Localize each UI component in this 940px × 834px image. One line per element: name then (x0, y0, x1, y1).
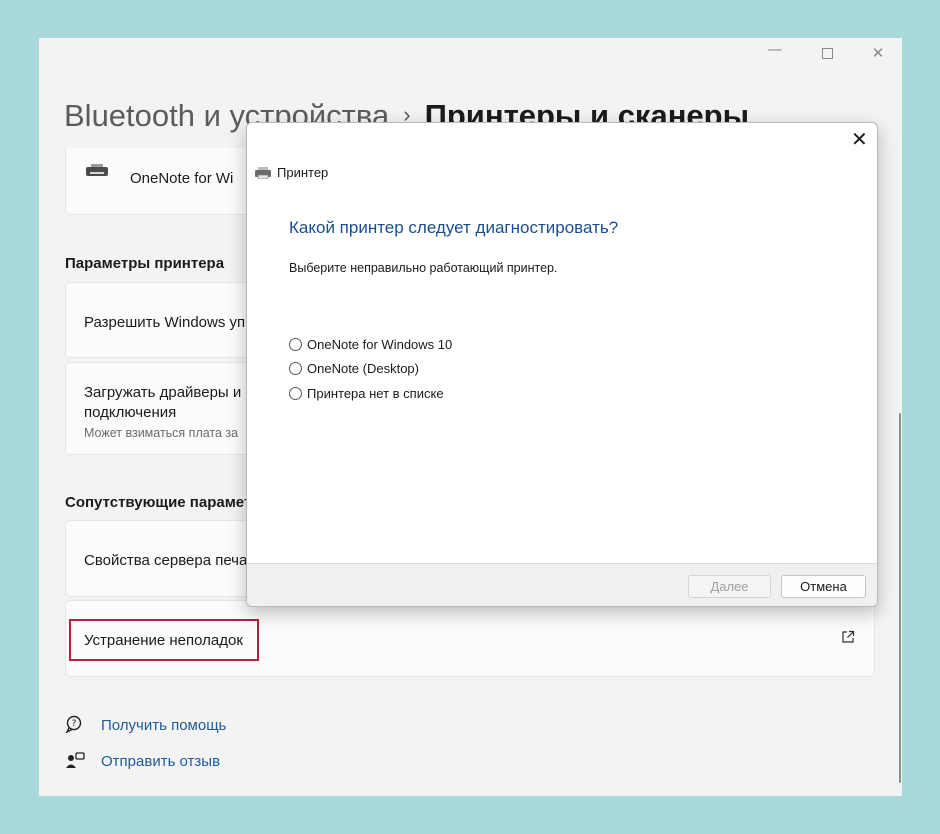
printer-icon (255, 167, 271, 179)
drivers-label-line2: подключения (84, 404, 177, 421)
related-settings-heading: Сопутствующие парамет (65, 494, 252, 511)
troubleshoot-highlight-box (69, 619, 259, 661)
get-help-link[interactable]: Получить помощь (101, 717, 226, 734)
feedback-icon (66, 752, 85, 768)
svg-text:?: ? (72, 719, 77, 729)
radio-button[interactable] (289, 338, 302, 351)
maximize-button[interactable] (817, 44, 837, 63)
help-icon: ? (65, 715, 82, 733)
dialog-close-button[interactable]: ✕ (851, 127, 868, 151)
radio-option-label: Принтера нет в списке (307, 386, 444, 401)
radio-option-not-listed[interactable]: Принтера нет в списке (289, 386, 444, 401)
server-props-label: Свойства сервера печа (84, 552, 248, 569)
external-link-icon[interactable] (841, 630, 855, 644)
radio-option-onenote-desktop[interactable]: OneNote (Desktop) (289, 361, 419, 376)
radio-option-onenote-win10[interactable]: OneNote for Windows 10 (289, 337, 452, 352)
dialog-heading: Какой принтер следует диагностировать? (289, 218, 619, 237)
dialog-footer: Далее Отмена (247, 563, 877, 606)
drivers-sublabel: Может взиматься плата за (84, 426, 239, 440)
minimize-button[interactable]: — (765, 40, 785, 58)
printer-troubleshooter-dialog: ✕ Принтер Какой принтер следует диагност… (246, 122, 878, 607)
send-feedback-link[interactable]: Отправить отзыв (101, 753, 220, 770)
allow-windows-label: Разрешить Windows уп (84, 314, 246, 331)
radio-button[interactable] (289, 387, 302, 400)
cancel-button[interactable]: Отмена (781, 575, 866, 598)
next-button[interactable]: Далее (688, 575, 771, 598)
dialog-title: Принтер (277, 165, 329, 180)
radio-option-label: OneNote (Desktop) (307, 361, 419, 376)
drivers-label-line1: Загружать драйверы и (84, 384, 242, 401)
printer-icon (86, 164, 108, 178)
dialog-instruction: Выберите неправильно работающий принтер. (289, 261, 558, 275)
radio-button[interactable] (289, 362, 302, 375)
maximize-icon (821, 48, 833, 59)
radio-option-label: OneNote for Windows 10 (307, 337, 453, 352)
close-button[interactable]: ✕ (868, 44, 888, 62)
scrollbar[interactable] (899, 413, 901, 783)
printer-settings-heading: Параметры принтера (65, 255, 225, 272)
printer-item-label: OneNote for Wi (130, 170, 234, 187)
